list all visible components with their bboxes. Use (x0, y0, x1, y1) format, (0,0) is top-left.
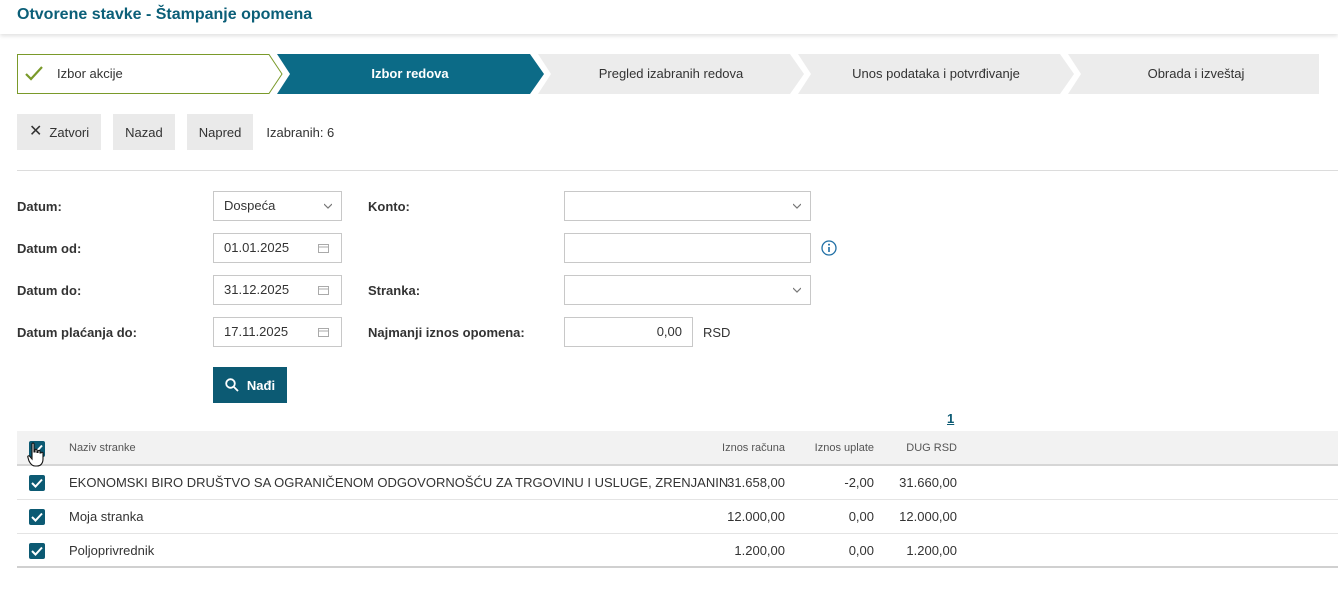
column-header-payment[interactable]: Iznos uplate (797, 431, 874, 466)
chevron-down-icon (793, 287, 801, 293)
min-amount-value: 0,00 (656, 324, 682, 339)
hand-cursor-icon (27, 442, 44, 467)
chevron-down-icon (793, 203, 801, 209)
cell-payment: -2,00 (844, 475, 874, 490)
cell-debt: 1.200,00 (906, 543, 957, 558)
calendar-icon[interactable] (318, 327, 329, 337)
pay-date-label: Datum plaćanja do: (17, 325, 137, 340)
date-to-label: Datum do: (17, 283, 82, 298)
calendar-icon[interactable] (318, 243, 329, 253)
party-label: Stranka: (368, 283, 421, 298)
pay-date-value: 17.11.2025 (224, 324, 289, 339)
chevron-down-icon (324, 203, 332, 209)
date-label: Datum: (17, 199, 62, 214)
check-icon (31, 512, 43, 522)
party-select[interactable] (564, 275, 811, 305)
date-type-select[interactable]: Dospeća (213, 191, 342, 221)
row-checkbox[interactable] (29, 475, 45, 491)
close-button-label: Zatvori (49, 124, 90, 140)
date-from-value: 01.01.2025 (224, 240, 290, 255)
wizard-step-4[interactable]: Unos podataka i potvrđivanje (811, 54, 1061, 94)
next-button[interactable]: Napred (186, 114, 254, 150)
date-type-value: Dospeća (224, 198, 276, 213)
results-table: Naziv stranke Iznos računa Iznos uplate … (17, 431, 1338, 568)
close-button[interactable]: ✕ Zatvori (17, 114, 102, 150)
row-checkbox[interactable] (29, 543, 45, 559)
divider (17, 170, 1338, 171)
toolbar: ✕ Zatvori Nazad Napred Izabranih: 6 (17, 114, 334, 150)
column-header-name[interactable]: Naziv stranke (69, 431, 136, 466)
cell-invoice: 1.200,00 (734, 543, 785, 558)
table-row[interactable]: Moja stranka 12.000,00 0,00 12.000,00 (17, 500, 1338, 534)
wizard-step-2[interactable]: Izbor redova (290, 54, 530, 94)
check-icon (31, 478, 43, 488)
cell-debt: 12.000,00 (899, 509, 957, 524)
date-from-label: Datum od: (17, 241, 82, 256)
date-to-value: 31.12.2025 (224, 282, 290, 297)
row-checkbox[interactable] (29, 509, 45, 525)
cell-payment: 0,00 (848, 543, 874, 558)
date-to-field[interactable]: 31.12.2025 (213, 275, 342, 305)
cell-payment: 0,00 (848, 509, 874, 524)
page-header: Otvorene stavke - Štampanje opomena (0, 0, 1338, 34)
date-from-field[interactable]: 01.01.2025 (213, 233, 342, 263)
wizard-step-3[interactable]: Pregled izabranih redova (551, 54, 791, 94)
column-header-debt[interactable]: DUG RSD (887, 431, 957, 466)
wizard-steps: Izbor akcije Izbor redova Pregled izabra… (17, 54, 1319, 94)
account-label: Konto: (368, 199, 410, 214)
cell-debt: 31.660,00 (899, 475, 957, 490)
search-button[interactable]: Nađi (213, 367, 287, 403)
calendar-icon[interactable] (318, 285, 329, 295)
cell-invoice: 31.658,00 (727, 475, 785, 490)
close-icon: ✕ (29, 123, 43, 140)
page-title: Otvorene stavke - Štampanje opomena (17, 6, 313, 23)
wizard-step-1[interactable]: Izbor akcije (57, 54, 123, 94)
cell-name: Moja stranka (69, 509, 144, 524)
selected-count: Izabranih: 6 (266, 124, 335, 140)
cell-name: Poljoprivrednik (69, 543, 155, 558)
cell-name: EKONOMSKI BIRO DRUŠTVO SA OGRANIČENOM OD… (69, 475, 729, 490)
table-header: Naziv stranke Iznos računa Iznos uplate … (17, 431, 1338, 466)
info-icon[interactable] (821, 240, 837, 256)
table-row[interactable]: EKONOMSKI BIRO DRUŠTVO SA OGRANIČENOM OD… (17, 466, 1338, 500)
wizard-step-5[interactable]: Obrada i izveštaj (1081, 54, 1311, 94)
currency-label: RSD (703, 325, 731, 340)
check-icon (31, 546, 43, 556)
table-row[interactable]: Poljoprivrednik 1.200,00 0,00 1.200,00 (17, 534, 1338, 568)
min-amount-input[interactable]: 0,00 (564, 317, 693, 347)
cell-invoice: 12.000,00 (727, 509, 785, 524)
search-icon (225, 378, 239, 392)
search-button-label: Nađi (246, 377, 276, 393)
account-extra-input[interactable] (564, 233, 811, 263)
pay-date-field[interactable]: 17.11.2025 (213, 317, 342, 347)
back-button[interactable]: Nazad (113, 114, 175, 150)
column-header-invoice[interactable]: Iznos računa (697, 431, 785, 466)
min-amount-label: Najmanji iznos opomena: (368, 325, 525, 340)
pagination-page-1[interactable]: 1 (947, 411, 954, 426)
account-select[interactable] (564, 191, 811, 221)
